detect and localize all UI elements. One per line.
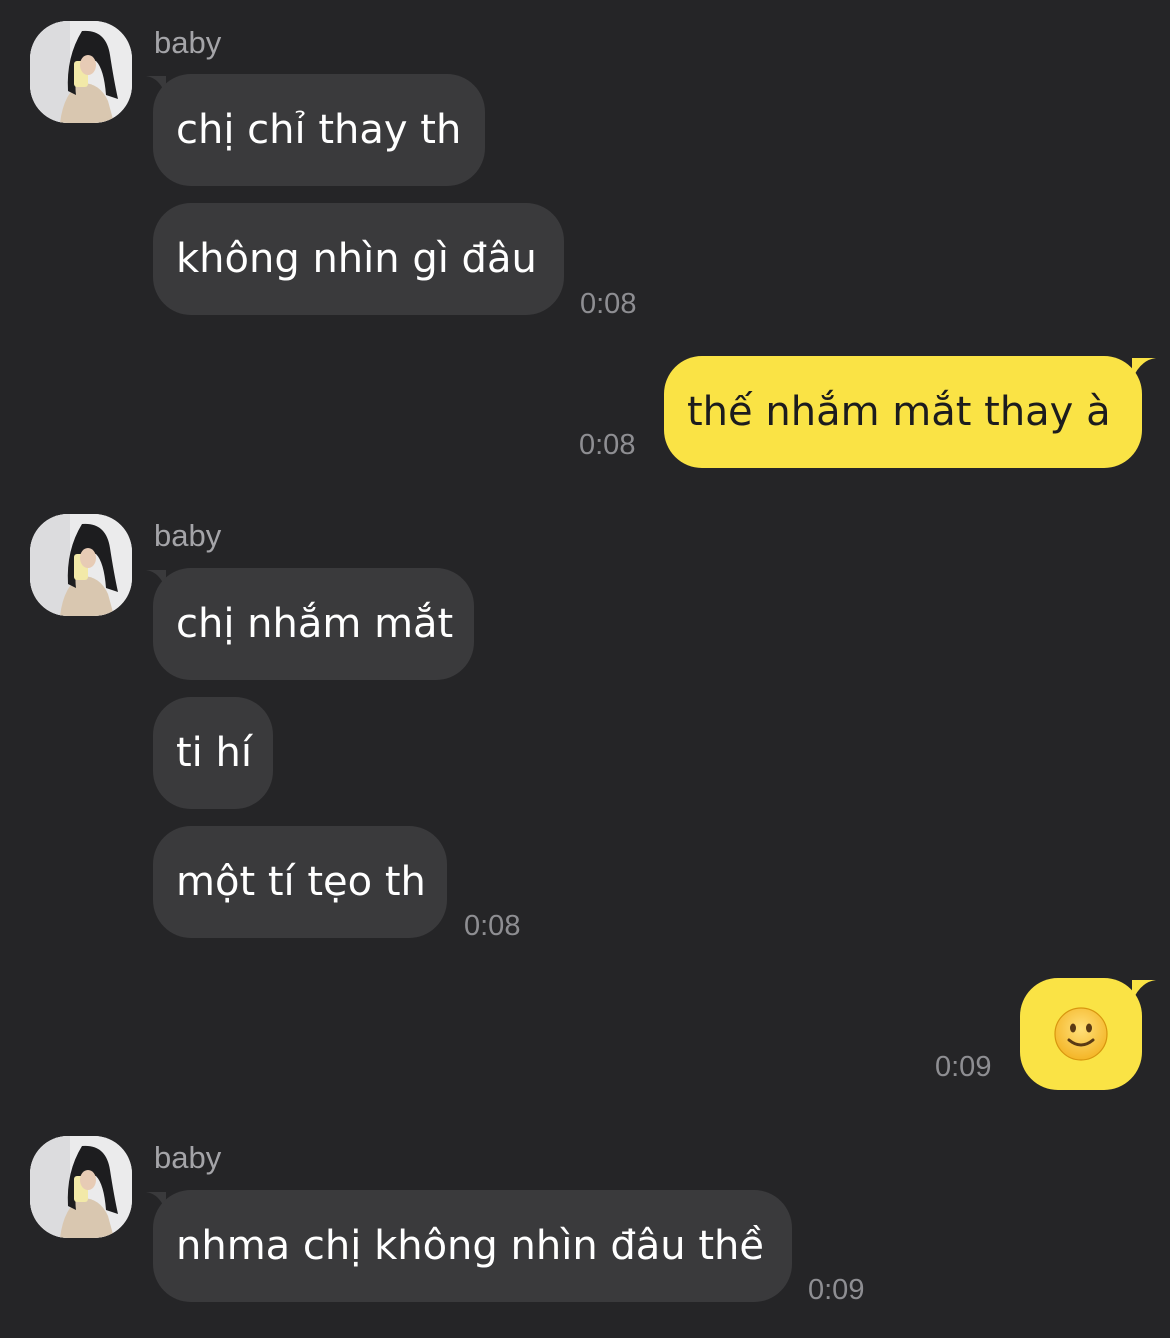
contact-avatar[interactable] bbox=[30, 21, 132, 123]
sender-name: baby bbox=[154, 1140, 222, 1175]
sender-name: baby bbox=[154, 25, 222, 60]
avatar-photo bbox=[30, 1136, 132, 1238]
incoming-message-bubble[interactable]: một tí tẹo th bbox=[153, 826, 447, 938]
bubble-tail bbox=[1132, 358, 1156, 380]
incoming-message-bubble[interactable]: nhma chị không nhìn đâu thề bbox=[153, 1190, 792, 1302]
incoming-message-bubble[interactable]: chị nhắm mắt bbox=[153, 568, 474, 680]
message-timestamp: 0:08 bbox=[580, 288, 637, 320]
incoming-message-bubble[interactable]: không nhìn gì đâu bbox=[153, 203, 564, 315]
message-timestamp: 0:09 bbox=[808, 1274, 865, 1306]
message-timestamp: 0:08 bbox=[579, 429, 636, 461]
slightly-smiling-face-emoji-icon bbox=[1054, 1007, 1108, 1061]
contact-avatar[interactable] bbox=[30, 514, 132, 616]
message-timestamp: 0:08 bbox=[464, 910, 521, 942]
sender-name: baby bbox=[154, 518, 222, 553]
bubble-tail bbox=[1132, 980, 1156, 1002]
incoming-message-bubble[interactable]: ti hí bbox=[153, 697, 273, 809]
avatar-photo bbox=[30, 514, 132, 616]
incoming-message-bubble[interactable]: chị chỉ thay th bbox=[153, 74, 485, 186]
contact-avatar[interactable] bbox=[30, 1136, 132, 1238]
message-timestamp: 0:09 bbox=[935, 1051, 992, 1083]
outgoing-message-bubble[interactable]: thế nhắm mắt thay à bbox=[664, 356, 1142, 468]
outgoing-message-bubble[interactable] bbox=[1020, 978, 1142, 1090]
avatar-photo bbox=[30, 21, 132, 123]
